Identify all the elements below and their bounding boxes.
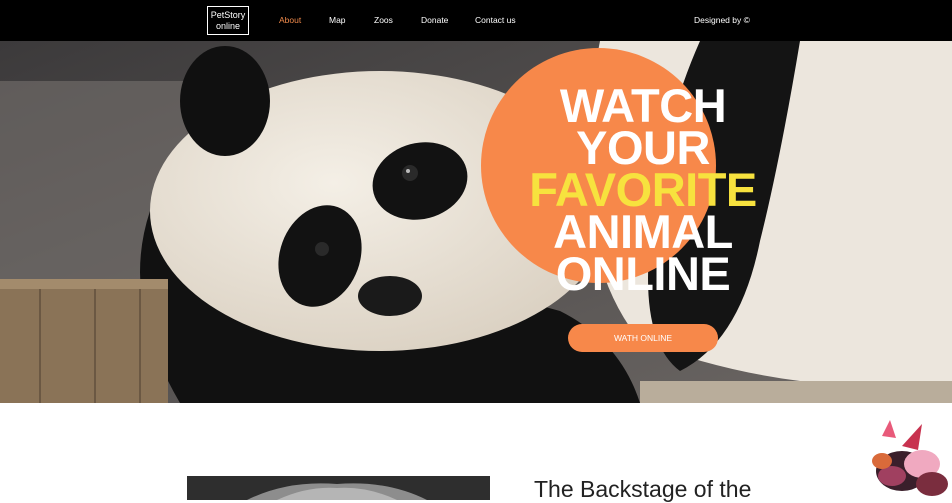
- nav-link-donate[interactable]: Donate: [421, 15, 448, 25]
- nav-link-zoos[interactable]: Zoos: [374, 15, 393, 25]
- top-navigation: PetStory online About Map Zoos Donate Co…: [0, 0, 952, 41]
- designer-credit: Designed by ©: [694, 15, 750, 25]
- hero-headline: WATCH YOUR FAVORITE ANIMAL ONLINE: [488, 82, 798, 300]
- logo-line-2: online: [215, 21, 241, 31]
- watch-online-button[interactable]: WATH ONLINE: [568, 324, 718, 352]
- nav-link-contact[interactable]: Contact us: [475, 15, 516, 25]
- panda-photo: [0, 41, 952, 403]
- backstage-image: [187, 476, 490, 500]
- site-logo[interactable]: PetStory online: [207, 6, 249, 35]
- section-title: The Backstage of the: [534, 476, 752, 502]
- hero-banner: WATCH YOUR FAVORITE ANIMAL ONLINE WATH O…: [0, 41, 952, 403]
- nav-link-map[interactable]: Map: [329, 15, 346, 25]
- nav-link-about[interactable]: About: [279, 15, 301, 25]
- flower-decoration: [872, 420, 948, 496]
- headline-line: ONLINE: [555, 247, 731, 300]
- logo-line-1: PetStory: [210, 10, 246, 20]
